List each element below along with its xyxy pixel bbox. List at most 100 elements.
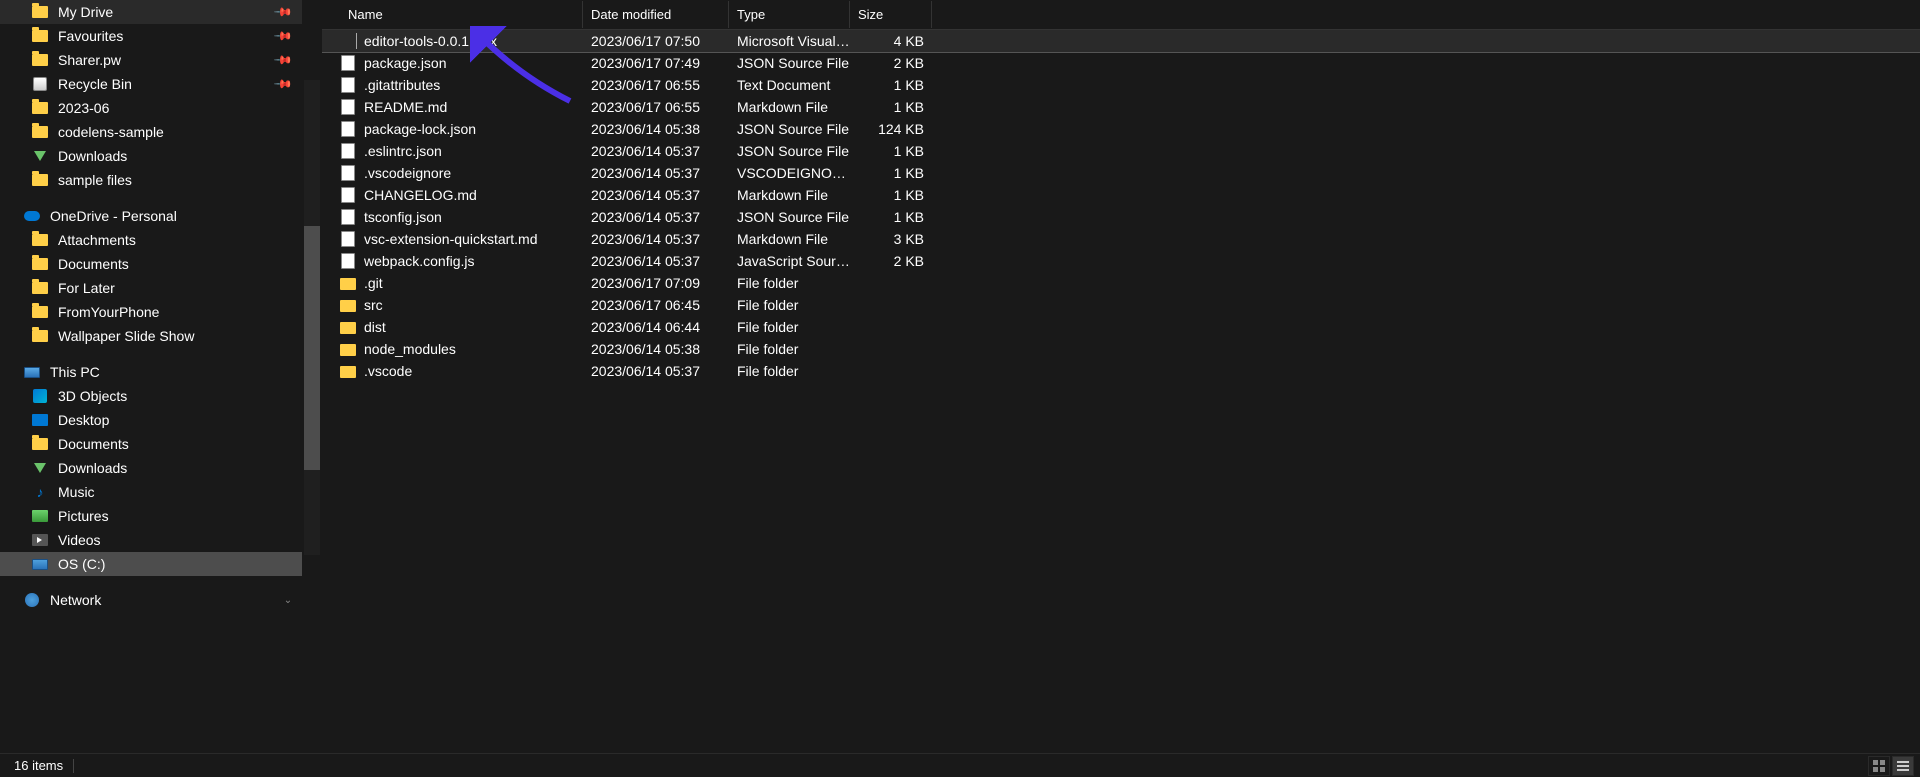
nav-network[interactable]: Network⌄ (0, 588, 302, 612)
file-name: .git (364, 275, 383, 291)
file-type: File folder (729, 319, 850, 335)
file-name: README.md (364, 99, 447, 115)
nav-item-label: 2023-06 (58, 100, 302, 116)
nav-item-label: 3D Objects (58, 388, 302, 404)
file-row[interactable]: .git2023/06/17 07:09File folder (322, 272, 1920, 294)
file-row[interactable]: .gitattributes2023/06/17 06:55Text Docum… (322, 74, 1920, 96)
nav-item-quick-3[interactable]: Recycle Bin📌 (0, 72, 302, 96)
folder-icon (32, 52, 48, 68)
nav-item-thispc-4[interactable]: ♪Music (0, 480, 302, 504)
nav-item-onedrive-1[interactable]: Documents (0, 252, 302, 276)
nav-scrollbar-thumb[interactable] (304, 226, 320, 470)
nav-item-thispc-0[interactable]: 3D Objects (0, 384, 302, 408)
column-header-size[interactable]: Size (850, 1, 932, 28)
file-row[interactable]: node_modules2023/06/14 05:38File folder (322, 338, 1920, 360)
nav-item-thispc-7[interactable]: OS (C:) (0, 552, 302, 576)
nav-item-onedrive-0[interactable]: Attachments (0, 228, 302, 252)
file-size: 1 KB (850, 187, 932, 203)
file-type: Markdown File (729, 231, 850, 247)
column-header-date[interactable]: Date modified (583, 1, 729, 28)
chevron-down-icon[interactable]: ⌄ (280, 592, 296, 608)
file-row[interactable]: README.md2023/06/17 06:55Markdown File1 … (322, 96, 1920, 118)
file-name: vsc-extension-quickstart.md (364, 231, 538, 247)
nav-item-onedrive-3[interactable]: FromYourPhone (0, 300, 302, 324)
column-headers: Name Date modified Type Size (322, 0, 1920, 30)
nav-item-quick-1[interactable]: Favourites📌 (0, 24, 302, 48)
nav-item-thispc-2[interactable]: Documents (0, 432, 302, 456)
file-row[interactable]: tsconfig.json2023/06/14 05:37JSON Source… (322, 206, 1920, 228)
file-size: 2 KB (850, 55, 932, 71)
nav-item-quick-6[interactable]: Downloads (0, 144, 302, 168)
nav-onedrive[interactable]: OneDrive - Personal (0, 204, 302, 228)
file-name: .vscode (364, 363, 412, 379)
file-row[interactable]: editor-tools-0.0.1.vsix2023/06/17 07:50M… (322, 30, 1920, 52)
status-item-count: 16 items (14, 758, 63, 773)
file-date: 2023/06/14 06:44 (583, 319, 729, 335)
nav-item-quick-2[interactable]: Sharer.pw📌 (0, 48, 302, 72)
navigation-pane: My Drive📌Favourites📌Sharer.pw📌Recycle Bi… (0, 0, 322, 753)
file-date: 2023/06/14 05:37 (583, 143, 729, 159)
nav-item-quick-0[interactable]: My Drive📌 (0, 0, 302, 24)
nav-item-label: FromYourPhone (58, 304, 302, 320)
folder-icon (32, 100, 48, 116)
file-row[interactable]: CHANGELOG.md2023/06/14 05:37Markdown Fil… (322, 184, 1920, 206)
file-row[interactable]: dist2023/06/14 06:44File folder (322, 316, 1920, 338)
view-thumbnails-button[interactable] (1868, 756, 1890, 776)
file-row[interactable]: vsc-extension-quickstart.md 2023/06/14 05… (322, 228, 1920, 250)
file-name: .eslintrc.json (364, 143, 442, 159)
nav-item-label: Downloads (58, 460, 302, 476)
file-type: VSCODEIGNORE Fi... (729, 165, 850, 181)
view-details-button[interactable] (1892, 756, 1914, 776)
file-size: 1 KB (850, 165, 932, 181)
file-row[interactable]: webpack.config.js2023/06/14 05:37JavaScr… (322, 250, 1920, 272)
file-type: File folder (729, 297, 850, 313)
file-type: JSON Source File (729, 55, 850, 71)
nav-onedrive-label: OneDrive - Personal (50, 208, 302, 224)
nav-item-label: Desktop (58, 412, 302, 428)
file-date: 2023/06/17 06:55 (583, 99, 729, 115)
file-date: 2023/06/14 05:37 (583, 231, 729, 247)
nav-item-quick-4[interactable]: 2023-06 (0, 96, 302, 120)
nav-network-label: Network (50, 592, 280, 608)
file-row[interactable]: package.json2023/06/17 07:49JSON Source … (322, 52, 1920, 74)
file-date: 2023/06/14 05:37 (583, 253, 729, 269)
nav-item-onedrive-4[interactable]: Wallpaper Slide Show (0, 324, 302, 348)
status-separator (73, 759, 74, 773)
folder-icon (340, 297, 356, 313)
nav-item-label: codelens-sample (58, 124, 302, 140)
nav-this-pc[interactable]: This PC (0, 360, 302, 384)
file-explorer-window: My Drive📌Favourites📌Sharer.pw📌Recycle Bi… (0, 0, 1920, 777)
file-type: File folder (729, 341, 850, 357)
nav-item-thispc-5[interactable]: Pictures (0, 504, 302, 528)
nav-item-label: OS (C:) (58, 556, 302, 572)
nav-item-thispc-3[interactable]: Downloads (0, 456, 302, 480)
file-type: File folder (729, 275, 850, 291)
column-header-type[interactable]: Type (729, 1, 850, 28)
file-row[interactable]: .eslintrc.json2023/06/14 05:37JSON Sourc… (322, 140, 1920, 162)
nav-item-thispc-1[interactable]: Desktop (0, 408, 302, 432)
file-type: Microsoft Visual St... (729, 33, 850, 49)
file-row[interactable]: package-lock.json2023/06/14 05:38JSON So… (322, 118, 1920, 140)
nav-item-label: Videos (58, 532, 302, 548)
file-name: package-lock.json (364, 121, 476, 137)
json-file-icon (340, 121, 356, 137)
file-row[interactable]: .vscodeignore2023/06/14 05:37VSCODEIGNOR… (322, 162, 1920, 184)
drive-icon (32, 556, 48, 572)
file-date: 2023/06/17 06:55 (583, 77, 729, 93)
nav-item-thispc-6[interactable]: Videos (0, 528, 302, 552)
folder-icon (32, 28, 48, 44)
file-row[interactable]: .vscode2023/06/14 05:37File folder (322, 360, 1920, 382)
folder-icon (32, 4, 48, 20)
nav-scroll: My Drive📌Favourites📌Sharer.pw📌Recycle Bi… (0, 0, 322, 753)
folder-icon (340, 363, 356, 379)
nav-item-quick-5[interactable]: codelens-sample (0, 120, 302, 144)
folder-icon (32, 172, 48, 188)
folder-icon (32, 304, 48, 320)
file-list[interactable]: editor-tools-0.0.1.vsix2023/06/17 07:50M… (322, 30, 1920, 753)
nav-item-onedrive-2[interactable]: For Later (0, 276, 302, 300)
column-header-name[interactable]: Name (340, 1, 583, 28)
cloud-icon (24, 208, 40, 224)
file-row[interactable]: src2023/06/17 06:45File folder (322, 294, 1920, 316)
network-icon (24, 592, 40, 608)
nav-item-quick-7[interactable]: sample files (0, 168, 302, 192)
